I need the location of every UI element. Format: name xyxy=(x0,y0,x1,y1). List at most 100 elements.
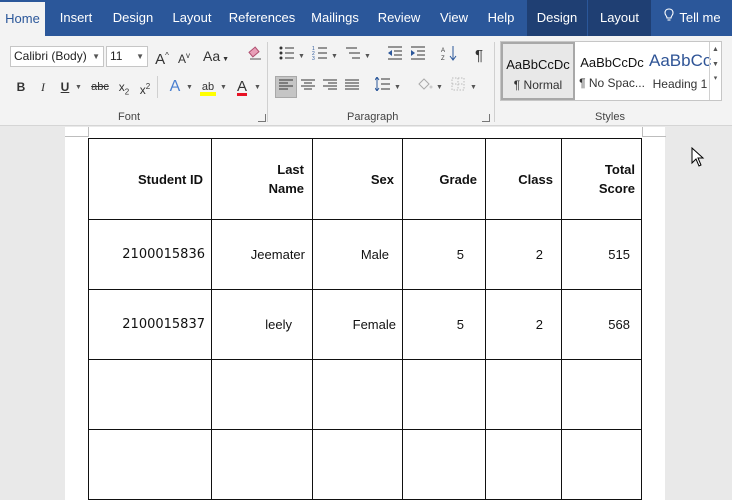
tab-table-layout[interactable]: Layout xyxy=(588,0,651,36)
style-no-spacing[interactable]: AaBbCcDc ¶ No Spac... xyxy=(575,42,649,100)
table-cell[interactable]: Female xyxy=(312,289,403,360)
table-cell[interactable]: 568 xyxy=(561,289,642,360)
style-normal[interactable]: AaBbCcDc ¶ Normal xyxy=(501,42,575,100)
header-cell-last-name[interactable]: Last Name xyxy=(211,138,313,220)
font-color-button[interactable]: A xyxy=(231,76,253,98)
shrink-font-button[interactable]: Av xyxy=(173,45,195,67)
table-cell[interactable] xyxy=(312,429,403,500)
font-family-combo[interactable]: Calibri (Body) ▼ xyxy=(10,46,104,67)
tab-mailings[interactable]: Mailings xyxy=(306,0,364,36)
gallery-scroll[interactable]: ▲ ▼ ▾ xyxy=(709,42,721,100)
table-cell[interactable]: 5 xyxy=(402,219,486,290)
lightbulb-icon xyxy=(663,0,675,36)
header-cell-class[interactable]: Class xyxy=(485,138,562,220)
document-area: Student ID Last Name Sex Grade Class Tota… xyxy=(0,127,732,500)
header-line: Total xyxy=(604,162,635,177)
chevron-down-icon: ▼ xyxy=(220,84,227,91)
more-styles-icon[interactable]: ▾ xyxy=(710,74,721,82)
table-cell[interactable]: 2100015837 xyxy=(88,289,212,360)
table-cell[interactable] xyxy=(211,429,313,500)
tab-layout[interactable]: Layout xyxy=(166,0,218,36)
change-case-button[interactable]: Aa ▼ xyxy=(201,45,231,67)
tab-review[interactable]: Review xyxy=(372,0,426,36)
table-cell[interactable] xyxy=(485,429,562,500)
dialog-launcher-icon[interactable] xyxy=(258,114,266,122)
style-heading-1[interactable]: AaBbCc Heading 1 xyxy=(649,42,711,100)
header-cell-student-id[interactable]: Student ID xyxy=(88,138,212,220)
table-cell[interactable] xyxy=(88,429,212,500)
tell-me-search[interactable]: Tell me xyxy=(652,0,732,36)
paint-bucket-icon xyxy=(418,78,433,90)
align-right-button[interactable] xyxy=(319,76,341,98)
font-size-combo[interactable]: 11 ▼ xyxy=(106,46,148,67)
multilevel-list-button[interactable] xyxy=(342,45,364,67)
svg-text:3: 3 xyxy=(312,56,315,60)
tab-table-design[interactable]: Design xyxy=(527,0,587,36)
superscript-button[interactable]: x2 xyxy=(134,76,156,98)
student-table: Student ID Last Name Sex Grade Class Tota… xyxy=(88,138,642,500)
align-center-icon xyxy=(301,79,315,90)
align-center-button[interactable] xyxy=(297,76,319,98)
grow-font-button[interactable]: A^ xyxy=(151,45,173,68)
align-left-button[interactable] xyxy=(275,76,297,98)
chevron-down-icon: ▼ xyxy=(364,53,371,60)
table-cell[interactable]: Jeemater xyxy=(211,219,313,290)
tab-design[interactable]: Design xyxy=(106,0,160,36)
chevron-down-icon: ▼ xyxy=(186,84,193,91)
bold-button[interactable]: B xyxy=(10,76,32,98)
dialog-launcher-icon[interactable] xyxy=(482,114,490,122)
header-cell-total-score[interactable]: Total Score xyxy=(561,138,642,220)
table-cell[interactable]: 2 xyxy=(485,289,562,360)
tab-references[interactable]: References xyxy=(226,0,298,36)
chevron-down-icon: ▼ xyxy=(470,84,477,91)
table-cell[interactable]: 5 xyxy=(402,289,486,360)
decrease-indent-button[interactable] xyxy=(384,45,406,67)
borders-button[interactable] xyxy=(447,76,469,98)
tab-home[interactable]: Home xyxy=(0,0,45,36)
justify-button[interactable] xyxy=(341,76,363,98)
text-effects-button[interactable]: A xyxy=(164,76,186,98)
tab-view[interactable]: View xyxy=(434,0,474,36)
underline-button[interactable]: U xyxy=(54,76,76,98)
italic-button[interactable]: I xyxy=(32,76,54,98)
chevron-up-icon[interactable]: ▲ xyxy=(710,46,721,53)
sort-icon: AZ xyxy=(441,46,457,62)
table-cell[interactable] xyxy=(561,429,642,500)
shading-button[interactable] xyxy=(414,76,436,98)
increase-indent-button[interactable] xyxy=(407,45,429,67)
tab-insert[interactable]: Insert xyxy=(53,0,99,36)
table-cell[interactable] xyxy=(561,359,642,430)
style-sample: AaBbCc xyxy=(649,51,711,70)
sort-button[interactable]: AZ xyxy=(438,45,460,67)
clear-formatting-button[interactable] xyxy=(244,45,266,67)
bullet-list-icon xyxy=(279,46,294,60)
table-row: 2100015836 Jeemater Male 5 2 515 xyxy=(88,219,642,290)
header-line: Sex xyxy=(370,171,394,187)
decrease-indent-icon xyxy=(388,46,402,60)
table-cell[interactable]: 515 xyxy=(561,219,642,290)
table-cell[interactable]: leely xyxy=(211,289,313,360)
tab-help[interactable]: Help xyxy=(480,0,522,36)
show-formatting-marks-button[interactable]: ¶ xyxy=(468,45,490,67)
table-cell[interactable]: Male xyxy=(312,219,403,290)
table-cell[interactable] xyxy=(211,359,313,430)
table-cell[interactable] xyxy=(88,359,212,430)
table-cell[interactable] xyxy=(312,359,403,430)
header-cell-sex[interactable]: Sex xyxy=(312,138,403,220)
mouse-pointer-icon xyxy=(691,147,705,167)
highlight-color-button[interactable]: ab xyxy=(197,76,219,98)
subscript-button[interactable]: x2 xyxy=(113,76,135,98)
table-cell[interactable] xyxy=(402,359,486,430)
table-cell[interactable]: 2100015836 xyxy=(88,219,212,290)
margin-mark xyxy=(88,127,89,137)
line-spacing-button[interactable] xyxy=(372,76,394,98)
header-cell-grade[interactable]: Grade xyxy=(402,138,486,220)
strikethrough-button[interactable]: abc xyxy=(88,76,112,98)
highlight-swatch xyxy=(200,92,216,96)
bullets-button[interactable] xyxy=(276,45,298,67)
numbering-button[interactable]: 123 xyxy=(309,45,331,67)
table-cell[interactable] xyxy=(485,359,562,430)
chevron-down-icon[interactable]: ▼ xyxy=(710,61,721,68)
table-cell[interactable]: 2 xyxy=(485,219,562,290)
table-cell[interactable] xyxy=(402,429,486,500)
